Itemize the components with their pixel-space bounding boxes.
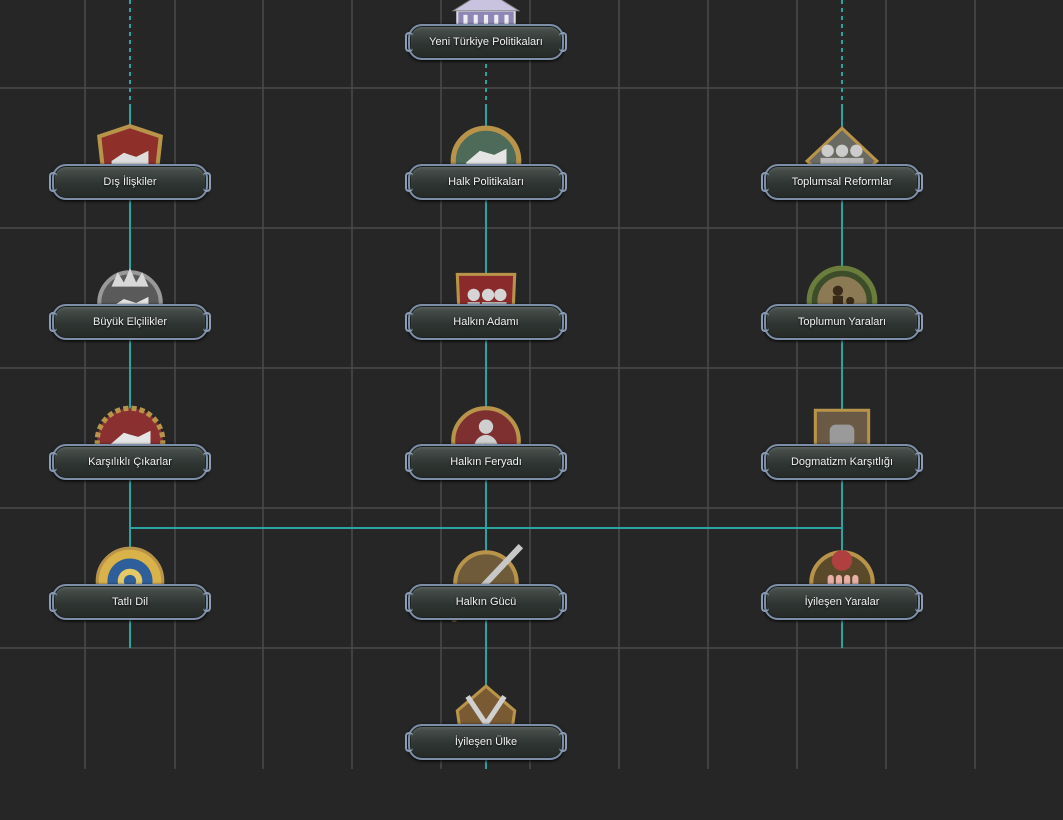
- focus-toplumun-yaralari[interactable]: Toplumun Yaraları: [761, 260, 923, 400]
- focus-halk-politikalari[interactable]: Halk Politikaları: [405, 120, 567, 260]
- focus-iyilesen-ulke[interactable]: İyileşen Ülke: [405, 680, 567, 820]
- focus-label: Yeni Türkiye Politikaları: [429, 36, 543, 48]
- focus-label: İyileşen Yaralar: [804, 596, 880, 608]
- focus-dogmatizm-karsitligi[interactable]: Dogmatizm Karşıtlığı: [761, 400, 923, 540]
- focus-label: Toplumsal Reformlar: [791, 176, 893, 188]
- focus-label: İyileşen Ülke: [454, 736, 518, 748]
- focus-tatli-dil[interactable]: Tatlı Dil: [49, 540, 211, 680]
- focus-label: Dış İlişkiler: [103, 176, 157, 188]
- focus-label: Halkın Gücü: [455, 596, 517, 608]
- focus-label: Karşılıklı Çıkarlar: [88, 456, 172, 468]
- focus-dis-iliskiler[interactable]: Dış İlişkiler: [49, 120, 211, 260]
- focus-karsilikli-cikarlar[interactable]: Karşılıklı Çıkarlar: [49, 400, 211, 540]
- focus-yeni-turkiye-politikalari[interactable]: Yeni Türkiye Politikaları: [405, 0, 567, 120]
- focus-halkin-gucu[interactable]: Halkın Gücü: [405, 540, 567, 680]
- focus-label: Halkın Adamı: [453, 316, 519, 328]
- focus-buyuk-elcilikler[interactable]: Büyük Elçilikler: [49, 260, 211, 400]
- focus-halkin-adami[interactable]: Halkın Adamı: [405, 260, 567, 400]
- focus-iyilesen-yaralar[interactable]: İyileşen Yaralar: [761, 540, 923, 680]
- focus-label: Büyük Elçilikler: [93, 316, 167, 328]
- focus-label: Halkın Feryadı: [450, 456, 522, 468]
- focus-label: Halk Politikaları: [448, 176, 524, 188]
- focus-label: Dogmatizm Karşıtlığı: [790, 456, 894, 468]
- focus-label: Toplumun Yaraları: [797, 316, 887, 328]
- focus-label: Tatlı Dil: [111, 596, 149, 608]
- focus-toplumsal-reformlar[interactable]: Toplumsal Reformlar: [761, 120, 923, 260]
- focus-halkin-feryadi[interactable]: $ Halkın Feryadı: [405, 400, 567, 540]
